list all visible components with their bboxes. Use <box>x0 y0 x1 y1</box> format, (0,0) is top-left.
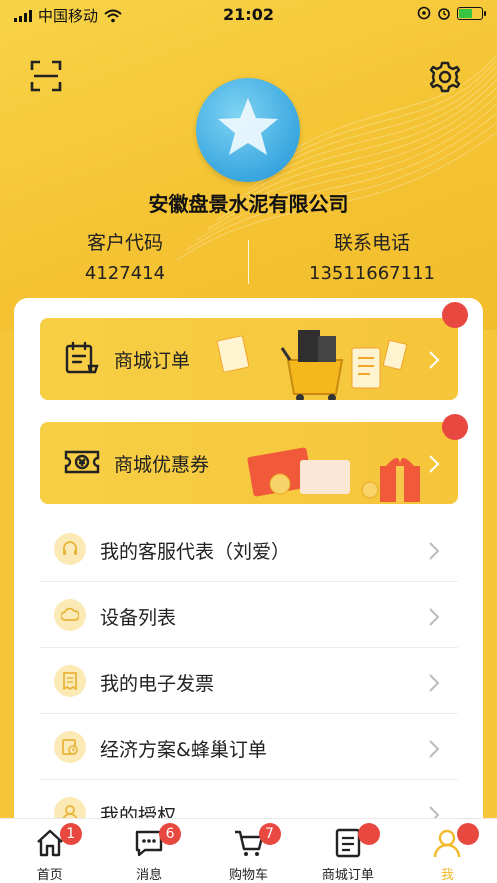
shopping-cart-illustration <box>216 330 408 400</box>
menu-panel: 商城订单 商城优惠券 我的客服代表（刘爱） 设备列表 我的电子发票 经济方案&蜂… <box>14 298 483 883</box>
chevron-right-icon <box>429 542 440 560</box>
notification-dot <box>442 414 468 440</box>
phone-label: 联系电话 <box>333 232 410 254</box>
tab-cart[interactable]: 7 购物车 <box>199 819 298 883</box>
mall-orders-banner[interactable]: 商城订单 <box>40 318 458 400</box>
chevron-right-icon <box>429 740 440 758</box>
menu-item-economic-plan[interactable]: 经济方案&蜂巢订单 <box>40 714 458 780</box>
status-bar: 中国移动 21:02 <box>0 0 497 30</box>
notification-dot <box>457 823 480 845</box>
tab-me[interactable]: 我 <box>398 819 497 883</box>
coupon-ticket-icon <box>64 450 100 474</box>
screen-lock-icon <box>417 6 431 20</box>
phone-block: 联系电话 13511667111 <box>272 228 472 284</box>
customer-code-label: 客户代码 <box>86 232 163 254</box>
alarm-icon <box>438 8 450 20</box>
chevron-right-icon <box>429 455 440 473</box>
mall-coupons-banner[interactable]: 商城优惠券 <box>40 422 458 504</box>
tab-label: 商城订单 <box>321 868 374 883</box>
divider <box>248 240 249 284</box>
company-name: 安徽盘景水泥有限公司 <box>148 192 349 216</box>
tab-home[interactable]: 1 首页 <box>0 819 99 883</box>
menu-item-e-invoice[interactable]: 我的电子发票 <box>40 648 458 714</box>
customer-code-value: 4127414 <box>84 263 166 284</box>
receipt-icon <box>54 665 86 697</box>
battery-icon <box>457 6 486 20</box>
headset-icon <box>54 533 86 565</box>
chevron-right-icon <box>429 351 440 369</box>
tab-bar: 1 首页 6 消息 7 购物车 商城订单 我 <box>0 818 497 883</box>
customer-code-block: 客户代码 4127414 <box>25 228 225 284</box>
menu-item-label: 我的电子发票 <box>100 673 215 695</box>
tab-badge: 6 <box>159 823 182 845</box>
cloud-icon <box>54 599 86 631</box>
scan-icon[interactable] <box>30 60 62 92</box>
banner-label: 商城优惠券 <box>114 454 210 476</box>
tab-label: 消息 <box>136 868 163 883</box>
menu-item-device-list[interactable]: 设备列表 <box>40 582 458 648</box>
menu-item-label: 我的客服代表（刘爱） <box>100 541 291 563</box>
menu-item-label: 设备列表 <box>100 607 177 629</box>
gear-icon[interactable] <box>428 60 462 94</box>
document-clock-icon <box>54 731 86 763</box>
tab-messages[interactable]: 6 消息 <box>99 819 198 883</box>
tab-label: 购物车 <box>229 868 269 883</box>
avatar[interactable] <box>196 78 300 182</box>
coupon-gift-illustration <box>247 447 420 502</box>
tab-badge: 1 <box>59 823 82 845</box>
menu-item-service-rep[interactable]: 我的客服代表（刘爱） <box>40 516 458 582</box>
order-calendar-icon <box>65 341 99 374</box>
menu-item-label: 经济方案&蜂巢订单 <box>100 739 267 761</box>
chevron-right-icon <box>429 674 440 692</box>
notification-dot <box>442 302 468 328</box>
star-icon <box>218 98 278 155</box>
notification-dot <box>357 823 380 845</box>
phone-value[interactable]: 13511667111 <box>272 263 472 284</box>
banner-label: 商城订单 <box>114 350 191 372</box>
tab-mall-orders[interactable]: 商城订单 <box>298 819 397 883</box>
chevron-right-icon <box>429 608 440 626</box>
tab-label: 首页 <box>36 868 63 883</box>
tab-label: 我 <box>440 868 454 883</box>
tab-badge: 7 <box>258 823 281 845</box>
